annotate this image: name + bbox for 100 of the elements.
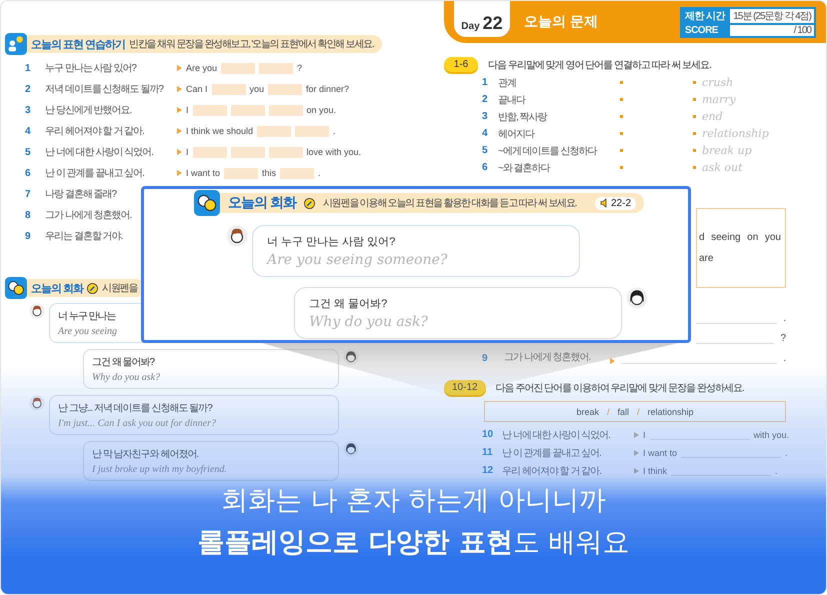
speech-bubbles-icon [194,190,220,216]
arrow-icon [177,65,182,71]
question-number: 2 [482,94,489,105]
question-number: 8 [25,210,32,220]
limit-label: 제한 시간 [684,10,726,22]
caption-line: 회화는 나 혼자 하는게 아니니까 [220,484,606,518]
english-hint: Are you seeing [58,326,118,337]
answer-blank[interactable] [230,146,265,158]
pen-icon [304,198,315,208]
korean-sentence: 난 너에 대한 사랑이 식었어. [45,146,154,159]
english-text: I [186,147,189,157]
english-hint: Why do you ask? [92,372,162,383]
answer-blank[interactable] [212,84,246,94]
english-hint: Why do you ask? [309,314,429,330]
english-text: I want to [643,448,678,458]
people-icon [5,33,27,55]
korean-sentence: 우리 헤어져야 할 거 같아. [502,464,602,478]
korean-line: 난 막 남자친구와 헤어졌어. [92,448,200,461]
korean-word: ~에게 데이트를 신청하다 [498,144,598,158]
question-number: 4 [25,126,32,136]
english-text: you [250,84,264,94]
answer-blank[interactable] [268,104,303,116]
sentence-end: . [783,313,786,324]
question-number: 12 [482,465,494,476]
question-number: 7 [25,188,32,200]
box-word: are [699,253,714,264]
arrow-icon [634,450,639,456]
question-number: 6 [482,162,489,173]
answer-blank[interactable] [259,62,294,74]
english-word: end [702,110,723,123]
korean-line: 그건 왜 물어봐? [92,356,156,369]
answer-blank[interactable] [230,104,265,116]
question-number: 2 [25,84,32,94]
answer-blank[interactable] [280,168,314,178]
box-word: d [699,232,705,243]
english-text: with you. [754,430,790,440]
english-text: love with you. [306,147,362,157]
english-hint: Are you seeing someone? [267,252,448,268]
english-text: on you. [306,105,336,115]
audio-track-button[interactable]: 22-2 [594,196,636,210]
english-word: ask out [702,161,742,174]
english-word: relationship [702,127,769,140]
bank-word: break [576,406,599,416]
pen-icon [87,282,98,294]
english-text: this [262,168,276,178]
question-number: 10 [482,429,494,440]
korean-sentence: 누구 만나는 사람 있어? [45,62,138,75]
answer-blank[interactable] [192,104,227,116]
answer-blank[interactable] [224,168,258,178]
avatar-icon [29,303,45,319]
speech-bubbles-icon [5,277,27,299]
arrow-icon [634,432,639,438]
korean-sentence: 그가 나에게 청혼했어. [45,209,132,222]
arrow-icon [177,170,182,176]
arrow-icon [177,128,182,134]
score-label: SCORE [684,24,719,36]
question-badge: 1-6 [444,57,478,72]
english-text: I [643,430,646,440]
korean-sentence: 난 너에 대한 사랑이 식었어. [502,428,611,442]
question-number: 3 [482,111,489,122]
english-text: . [318,168,321,178]
question-number: 5 [25,146,32,158]
section-title: 오늘의 표현 연습하기 [31,38,126,52]
korean-line: 난 그냥... 저녁 데이트를 신청해도 될까? [58,402,214,415]
korean-sentence: 난 이 관계를 끝내고 싶어. [502,446,602,460]
english-hint: I'm just... Can I ask you out for dinner? [58,418,217,429]
arrow-icon [634,468,639,474]
korean-sentence: 저녁 데이트를 신청해도 될까? [45,83,164,96]
korean-sentence: 나랑 결혼해 줄래? [45,188,118,201]
answer-blank[interactable] [268,84,302,94]
korean-word: 반함, 짝사랑 [498,110,548,124]
page-title: 오늘의 문제 [524,13,599,31]
question-number: 4 [482,128,489,139]
korean-sentence: 그가 나에게 청혼했어. [504,351,592,364]
answer-blank[interactable] [268,146,303,158]
english-hint: I just broke up with my boyfriend. [92,464,228,475]
bank-word: relationship [648,406,694,416]
caption-line: 롤플레잉으로 다양한 표현도 배워요 [197,526,630,560]
korean-word: ~와 결혼하다 [498,162,552,174]
korean-word: 관계 [498,76,517,90]
sentence-end: . [783,353,786,364]
english-text: for dinner? [306,84,350,94]
score-value: / 100 [730,24,814,36]
arrow-icon [177,149,182,155]
instruction-text: 시원펜을 이용해 오늘의 표현을 활용한 대화를 듣고 따라 써 보세요. [322,197,576,210]
sentence-end: ? [780,333,786,344]
english-text: Can I [186,84,208,94]
korean-sentence: 우리 헤어져야 할 거 같아. [45,125,145,138]
english-word: marry [702,93,736,106]
answer-blank[interactable] [295,126,330,136]
answer-blank[interactable] [221,62,256,74]
english-text: I [186,105,189,115]
english-text: . [775,466,778,476]
korean-sentence: 난 당신에게 반했어요. [45,104,132,117]
avatar-icon [29,395,45,411]
korean-word: 끝내다 [498,94,526,106]
answer-blank[interactable] [192,146,227,158]
limit-value: 15분 (25문항 각 4점) [730,8,814,22]
arrow-icon [177,107,182,113]
answer-blank[interactable] [257,126,292,136]
